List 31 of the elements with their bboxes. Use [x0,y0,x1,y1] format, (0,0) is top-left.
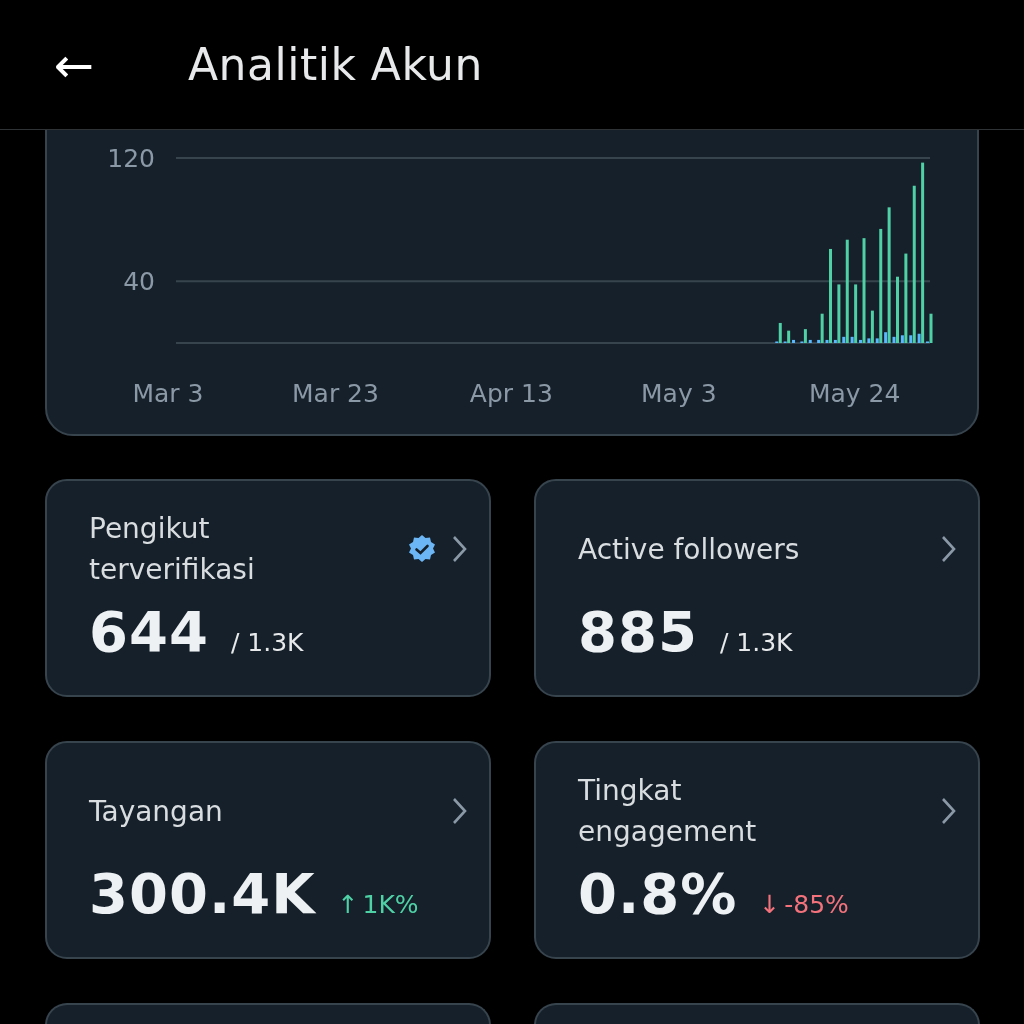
x-tick-label: Mar 23 [292,379,379,408]
chevron-right-icon[interactable] [940,535,956,563]
stat-card[interactable]: Tingkat engagement 0.8% ↓ -85% [534,741,980,959]
chevron-right-icon[interactable] [451,797,467,825]
card-title: Tingkat engagement [578,773,758,850]
x-tick-label: May 24 [808,379,901,408]
stat-value: 300.4K [89,861,316,926]
arrow-icon: ↑ [337,890,359,919]
y-tick-label: 120 [107,144,155,173]
stat-card[interactable]: Active followers 885 / 1.3K [534,479,980,697]
card-title: Tayangan [89,793,224,830]
page-title: Analitik Akun [188,39,483,90]
x-tick-label: May 3 [641,379,717,408]
change-percent: 1K% [362,890,419,919]
x-tick-label: Mar 3 [132,379,204,408]
y-tick-label: 40 [123,267,155,297]
stat-value: 885 [578,599,698,664]
stat-total: / 1.3K [230,628,304,657]
back-button[interactable]: ← [48,40,100,89]
chevron-right-icon[interactable] [451,535,467,563]
stat-value: 0.8% [578,861,738,926]
chevron-right-icon[interactable] [940,797,956,825]
stat-total: / 1.3K [719,628,793,657]
card-title: Pengikut terverifikasi [89,511,256,588]
x-tick-label: Apr 13 [469,379,553,408]
card-title: Active followers [578,531,801,568]
stat-value: 644 [89,599,209,664]
stat-card[interactable]: Pengikut terverifikasi 644 / 1.3K [45,479,491,697]
arrow-icon: ↓ [759,890,781,919]
stat-card[interactable]: Tayangan 300.4K ↑ 1K% [45,741,491,959]
change-percent: -85% [784,890,849,919]
